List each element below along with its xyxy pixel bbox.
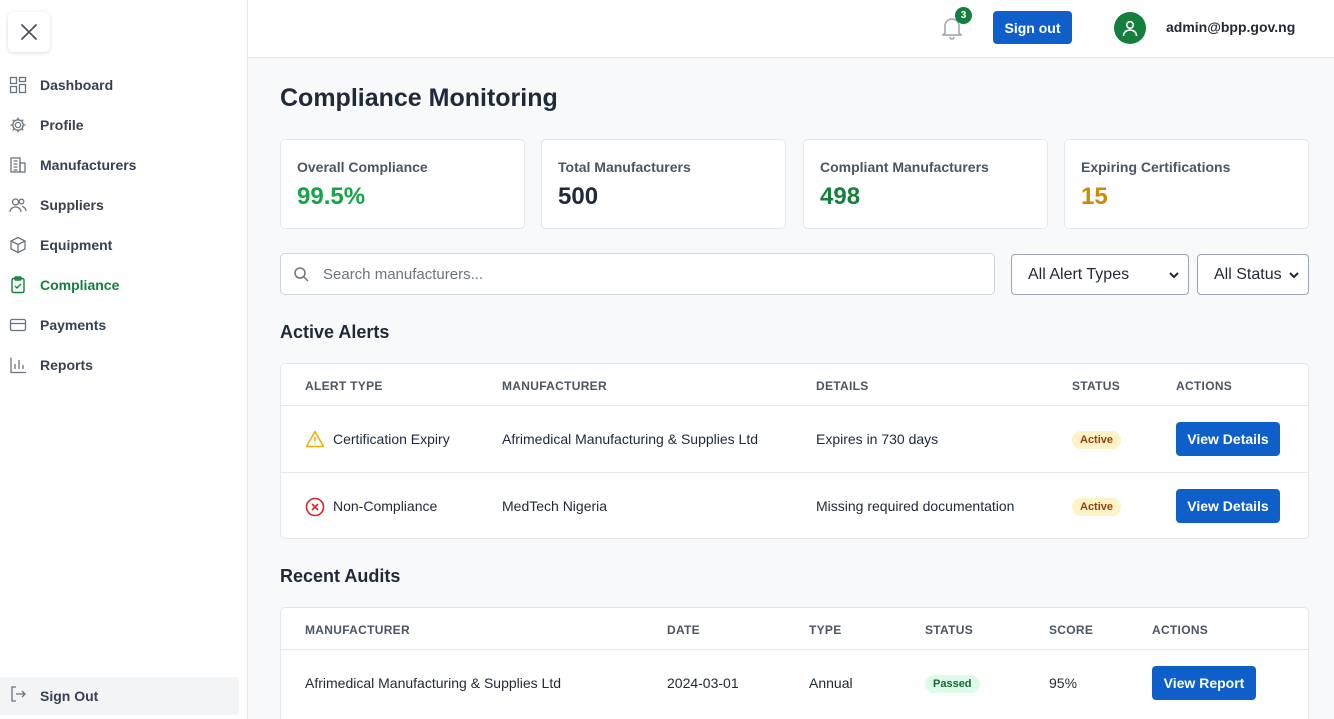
manufacturer-name: Afrimedical Manufacturing & Supplies Ltd <box>305 675 562 691</box>
sidebar-item-label: Profile <box>40 117 84 133</box>
page-title: Compliance Monitoring <box>280 84 558 112</box>
column-header: MANUFACTURER <box>305 623 410 637</box>
stat-value: 15 <box>1081 183 1108 210</box>
sidebar-item-label: Equipment <box>40 237 113 253</box>
sign-out-icon <box>9 685 27 708</box>
alert-type: Non-Compliance <box>333 498 438 514</box>
stat-card-expiring-certifications: Expiring Certifications 15 <box>1064 139 1309 229</box>
alert-type: Certification Expiry <box>333 431 450 447</box>
top-header: 3 Sign out admin@bpp.gov.ng <box>248 0 1334 58</box>
sidebar-item-reports[interactable]: Reports <box>0 345 247 385</box>
notification-count-badge: 3 <box>955 7 972 24</box>
stat-value: 500 <box>558 183 599 210</box>
manufacturer-name: MedTech Nigeria <box>502 498 608 514</box>
sidebar-item-label: Manufacturers <box>40 157 137 173</box>
audit-date: 2024-03-01 <box>667 675 739 691</box>
status-value: All Status <box>1214 265 1282 283</box>
close-sidebar-button[interactable] <box>8 12 50 52</box>
recent-audits-title: Recent Audits <box>280 566 401 586</box>
sidebar-sign-out[interactable]: Sign Out <box>0 677 239 715</box>
error-circle-icon <box>305 497 325 522</box>
alert-type-select[interactable]: All Alert Types <box>1011 254 1189 295</box>
stat-label: Total Manufacturers <box>558 159 691 175</box>
dashboard-icon <box>9 76 27 94</box>
view-report-button[interactable]: View Report <box>1152 666 1256 700</box>
sidebar-item-profile[interactable]: Profile <box>0 105 247 145</box>
close-icon <box>21 24 37 40</box>
users-icon <box>9 196 27 214</box>
audits-table: MANUFACTURER DATE TYPE STATUS SCORE ACTI… <box>280 607 1309 719</box>
manufacturer-name: Afrimedical Manufacturing & Supplies Ltd <box>502 431 759 447</box>
building-icon <box>9 156 27 174</box>
audit-type: Annual <box>809 675 853 691</box>
sidebar-nav: Dashboard Profile Manufacturers Supplier… <box>0 65 247 385</box>
table-row: Afrimedical Manufacturing & Supplies Ltd… <box>281 649 1308 716</box>
sidebar-item-payments[interactable]: Payments <box>0 305 247 345</box>
sidebar-item-compliance[interactable]: Compliance <box>0 265 247 305</box>
sidebar-item-label: Payments <box>40 317 107 333</box>
stat-label: Compliant Manufacturers <box>820 159 989 175</box>
column-header: SCORE <box>1049 623 1094 637</box>
stat-label: Overall Compliance <box>297 159 428 175</box>
column-header: ACTIONS <box>1152 623 1209 637</box>
warning-triangle-icon <box>305 430 325 453</box>
user-email: admin@bpp.gov.ng <box>1166 19 1296 35</box>
box-icon <box>9 236 27 254</box>
sidebar-item-label: Reports <box>40 357 93 373</box>
bar-chart-icon <box>9 356 27 374</box>
alert-details: Expires in 730 days <box>816 431 939 447</box>
stat-card-total-manufacturers: Total Manufacturers 500 <box>541 139 786 229</box>
column-header: TYPE <box>809 623 842 637</box>
alerts-table: ALERT TYPE MANUFACTURER DETAILS STATUS A… <box>280 363 1309 539</box>
table-row: Non-Compliance MedTech Nigeria Missing r… <box>281 472 1308 538</box>
header-sign-out-button[interactable]: Sign out <box>993 11 1072 44</box>
stat-card-overall-compliance: Overall Compliance 99.5% <box>280 139 525 229</box>
column-header: DATE <box>667 623 700 637</box>
gear-icon <box>9 116 27 134</box>
stat-value: 498 <box>820 183 861 210</box>
clipboard-check-icon <box>9 276 27 294</box>
sidebar-item-dashboard[interactable]: Dashboard <box>0 65 247 105</box>
sidebar-item-manufacturers[interactable]: Manufacturers <box>0 145 247 185</box>
sidebar: Dashboard Profile Manufacturers Supplier… <box>0 0 248 719</box>
status-badge: Active <box>1072 498 1122 516</box>
status-select[interactable]: All Status <box>1197 254 1309 295</box>
column-header: MANUFACTURER <box>502 379 607 393</box>
search-box <box>280 253 995 295</box>
user-icon <box>1122 20 1138 37</box>
avatar[interactable] <box>1114 12 1146 44</box>
chevron-down-icon <box>1169 271 1179 278</box>
view-details-button[interactable]: View Details <box>1176 422 1280 456</box>
sidebar-item-label: Dashboard <box>40 77 114 93</box>
sign-out-label: Sign Out <box>40 688 99 704</box>
view-details-button[interactable]: View Details <box>1176 489 1280 523</box>
credit-card-icon <box>9 316 27 334</box>
status-badge: Passed <box>925 675 980 693</box>
stat-card-compliant-manufacturers: Compliant Manufacturers 498 <box>803 139 1048 229</box>
sidebar-item-suppliers[interactable]: Suppliers <box>0 185 247 225</box>
sidebar-item-label: Suppliers <box>40 197 104 213</box>
column-header: ACTIONS <box>1176 379 1233 393</box>
chevron-down-icon <box>1289 271 1299 278</box>
status-badge: Active <box>1072 431 1122 449</box>
alert-type-value: All Alert Types <box>1028 265 1130 283</box>
column-header: DETAILS <box>816 379 869 393</box>
sidebar-item-label: Compliance <box>40 277 120 293</box>
search-icon <box>294 267 309 282</box>
column-header: ALERT TYPE <box>305 379 383 393</box>
stat-value: 99.5% <box>297 183 366 210</box>
audit-score: 95% <box>1049 675 1078 691</box>
column-header: STATUS <box>925 623 974 637</box>
sidebar-item-equipment[interactable]: Equipment <box>0 225 247 265</box>
alert-details: Missing required documentation <box>816 498 1015 514</box>
column-header: STATUS <box>1072 379 1121 393</box>
active-alerts-title: Active Alerts <box>280 322 390 342</box>
stat-label: Expiring Certifications <box>1081 159 1231 175</box>
search-input[interactable] <box>323 265 963 283</box>
table-row: Certification Expiry Afrimedical Manufac… <box>281 405 1308 472</box>
